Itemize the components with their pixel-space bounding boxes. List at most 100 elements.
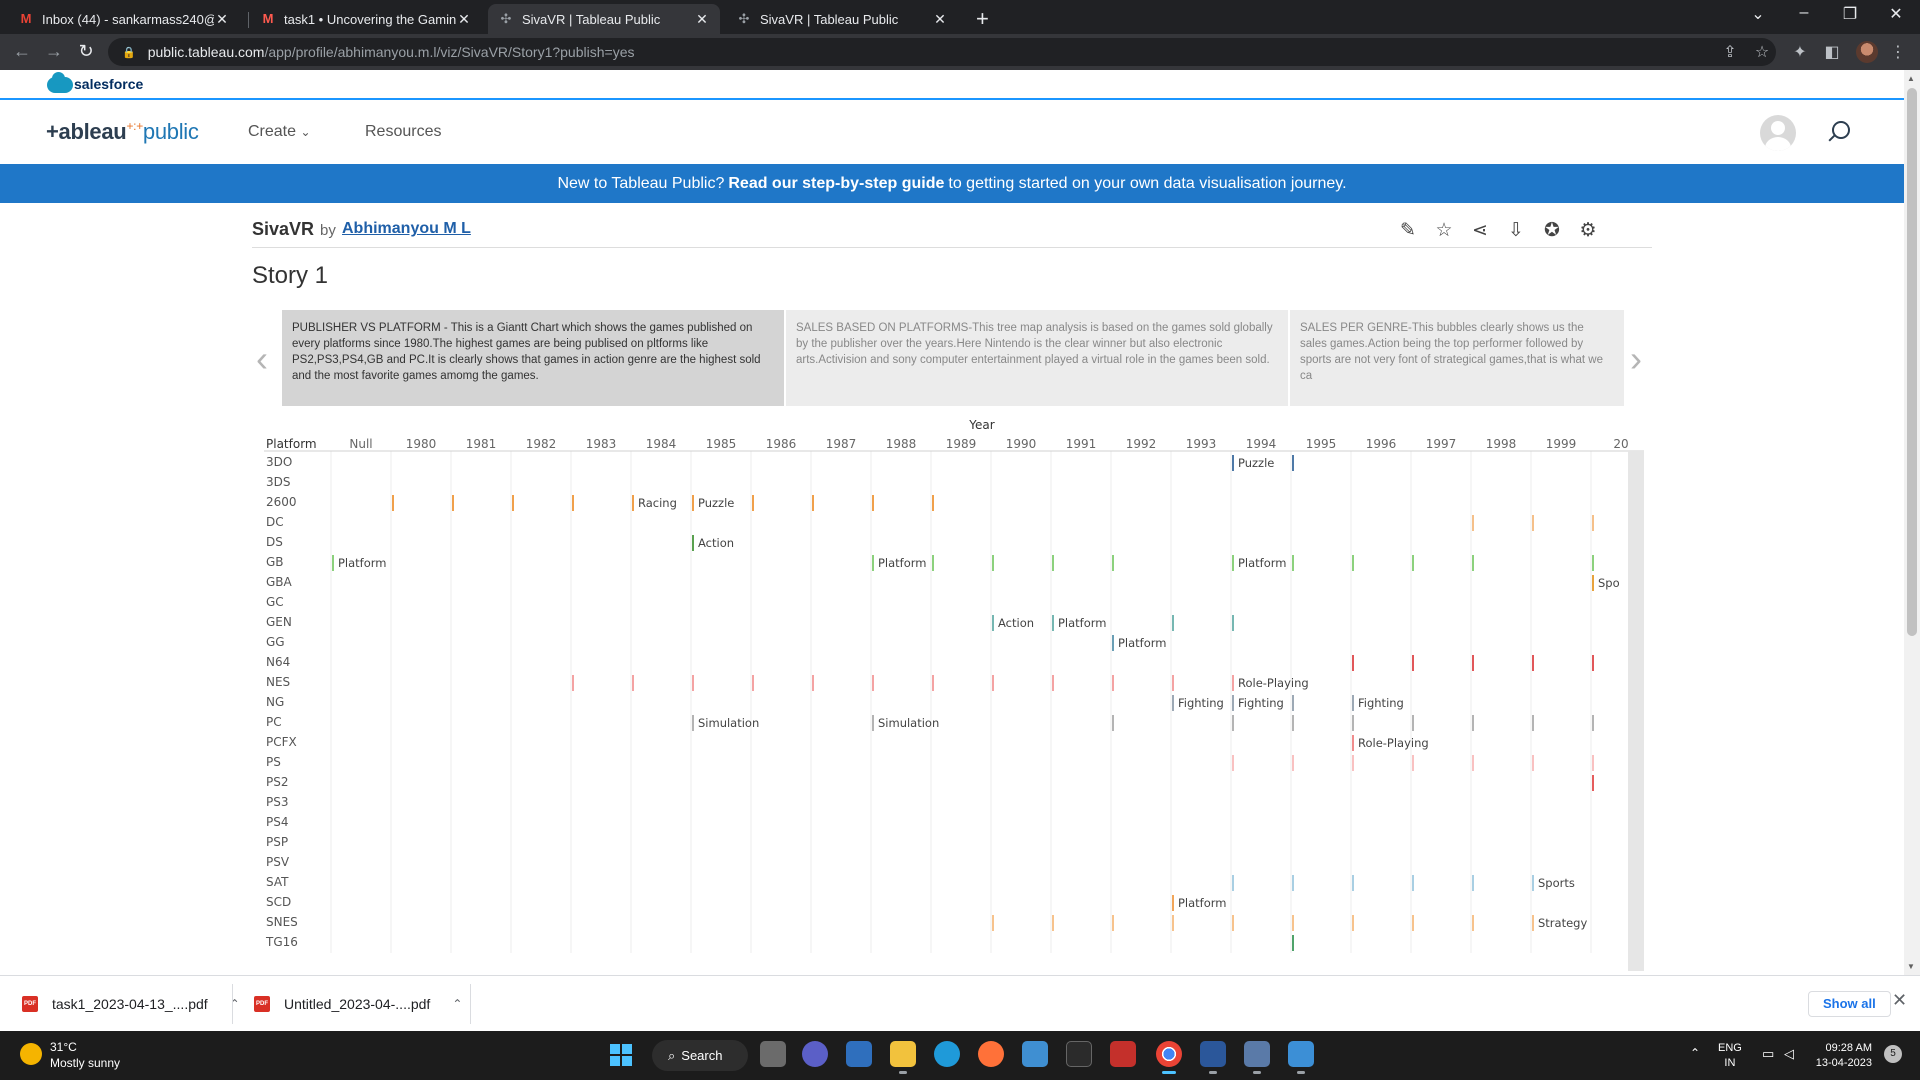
language-indicator[interactable]: ENG IN [1718,1041,1742,1071]
tableau-public-logo[interactable]: +ableau+:+public [46,119,199,145]
scrollbar-thumb[interactable] [1907,88,1917,636]
gantt-bar-label: Spo [1598,576,1620,590]
url-bar[interactable]: 🔒 public.tableau.com /app/profile/abhima… [108,38,1776,66]
firefox-icon[interactable] [978,1041,1004,1067]
gantt-bar [932,495,934,511]
task-view-icon[interactable] [760,1041,786,1067]
page-scrollbar[interactable]: ▲ ▼ [1904,70,1920,975]
y-tick-label: GG [266,635,285,649]
gantt-bar-label: Role-Playing [1358,736,1429,750]
clock[interactable]: 09:28 AM 13-04-2023 [1812,1041,1872,1071]
y-tick-label: SCD [266,895,291,909]
gantt-bar [1412,755,1414,771]
windows-start-icon[interactable] [610,1044,632,1066]
close-icon[interactable]: ✕ [1892,990,1907,1011]
bookmark-star-icon[interactable]: ☆ [1752,42,1772,62]
file-explorer-icon[interactable] [890,1041,916,1074]
gantt-bar-label: Platform [338,556,387,570]
scroll-down-icon[interactable]: ▼ [1907,962,1915,971]
banner-guide-link[interactable]: Read our step-by-step guide [728,175,944,193]
restore-button[interactable]: ❐ [1828,4,1872,24]
viz-title-row: SivaVR by Abhimanyou M L ✎ ☆ ⋖ ⇩ ✪ ⚙ [252,213,1652,243]
store-icon[interactable] [846,1041,872,1067]
download-icon[interactable]: ⇩ [1504,219,1528,242]
volume-icon[interactable]: ◁ [1784,1046,1794,1062]
terminal-icon[interactable] [1066,1041,1092,1067]
story-point-3[interactable]: SALES PER GENRE-This bubbles clearly sho… [1290,310,1624,406]
gantt-bar [1592,715,1594,731]
paint-icon[interactable] [1288,1041,1314,1074]
tableau-desktop-icon[interactable] [1244,1041,1270,1074]
banner-tail: to getting started on your own data visu… [948,174,1347,192]
tab-sivavr-active[interactable]: ✣ SivaVR | Tableau Public ✕ [488,4,720,34]
close-window-button[interactable]: ✕ [1874,4,1918,24]
user-avatar[interactable] [1760,115,1796,151]
close-icon[interactable]: ✕ [214,11,230,28]
search-icon[interactable] [1832,121,1850,139]
tab-sivavr[interactable]: ✣ SivaVR | Tableau Public ✕ [726,4,958,34]
gantt-bar [1172,895,1174,911]
side-panel-icon[interactable]: ◧ [1822,42,1842,62]
chevron-up-icon[interactable]: ⌃ [452,997,462,1011]
chrome-icon[interactable] [1156,1041,1182,1074]
reload-button[interactable]: ↻ [74,41,98,62]
story-point-1[interactable]: PUBLISHER VS PLATFORM - This is a Giantt… [282,310,784,406]
favorite-star-icon[interactable]: ☆ [1432,219,1456,242]
new-tab-button[interactable]: + [976,6,989,32]
download-item[interactable]: PDF Untitled_2023-04-....pdf ⌃ [254,990,462,1018]
x-tick-label: 1999 [1546,437,1577,451]
tab-miro[interactable]: M task1 • Uncovering the Gaming I ✕ [250,4,482,34]
edge-icon[interactable] [934,1041,960,1067]
minimize-button[interactable]: – [1782,4,1826,22]
network-icon[interactable]: ▭ [1762,1046,1774,1062]
gantt-bar-label: Platform [1118,636,1167,650]
chevron-right-icon[interactable]: › [1630,338,1642,380]
gantt-bar [1472,655,1474,671]
author-link[interactable]: Abhimanyou M L [342,220,471,238]
nav-resources[interactable]: Resources [365,123,441,141]
salesforce-label[interactable]: salesforce [74,76,143,92]
access-icon[interactable] [1110,1041,1136,1067]
close-icon[interactable]: ✕ [932,11,948,28]
more-menu-icon[interactable]: ⋮ [1888,42,1908,62]
gantt-bar [1052,675,1054,691]
story-point-2[interactable]: SALES BASED ON PLATFORMS-This tree map a… [786,310,1288,406]
y-tick-label: PCFX [266,735,297,749]
notepad-icon[interactable] [1022,1041,1048,1067]
forward-button[interactable]: → [42,41,66,62]
gantt-bar [632,495,634,511]
gantt-bar [752,675,754,691]
download-item[interactable]: PDF task1_2023-04-13_....pdf ⌃ [22,990,240,1018]
gantt-bar [872,495,874,511]
show-all-button[interactable]: Show all [1808,991,1891,1017]
browser-profile-avatar[interactable] [1856,41,1878,63]
settings-gear-icon[interactable]: ⚙ [1576,219,1600,242]
chevron-up-icon[interactable]: ⌃ [1690,1046,1700,1060]
taskbar-search[interactable]: ⌕ Search [652,1040,748,1071]
close-icon[interactable]: ✕ [456,11,472,28]
share-icon[interactable]: ⇪ [1720,42,1740,62]
share-icon[interactable]: ⋖ [1468,219,1492,242]
scroll-up-icon[interactable]: ▲ [1907,74,1915,83]
tab-search-chevron-icon[interactable]: ⌄ [1736,4,1780,24]
y-tick-label: TG16 [265,935,298,949]
chevron-left-icon[interactable]: ‹ [256,338,268,380]
gantt-bar-label: Platform [878,556,927,570]
close-icon[interactable]: ✕ [694,11,710,28]
edit-icon[interactable]: ✎ [1396,219,1420,242]
gantt-bar [1412,715,1414,731]
gantt-bar [1532,715,1534,731]
gantt-bar [1232,715,1234,731]
gantt-chart[interactable]: Year Platform Null 1980 1981 1982 1983 1984 1985… [264,415,1644,975]
teams-icon[interactable] [802,1041,828,1067]
back-button[interactable]: ← [10,41,34,62]
y-tick-label: SAT [266,875,289,889]
extensions-icon[interactable]: ✦ [1790,42,1810,62]
badge-icon[interactable]: ✪ [1540,219,1564,242]
word-icon[interactable] [1200,1041,1226,1074]
notification-badge[interactable]: 5 [1884,1045,1902,1063]
nav-create-menu[interactable]: Create ⌄ [248,123,311,141]
gantt-bar [872,555,874,571]
y-tick-label: PSP [266,835,288,849]
tab-gmail[interactable]: M Inbox (44) - sankarmass240@gm ✕ [8,4,240,34]
